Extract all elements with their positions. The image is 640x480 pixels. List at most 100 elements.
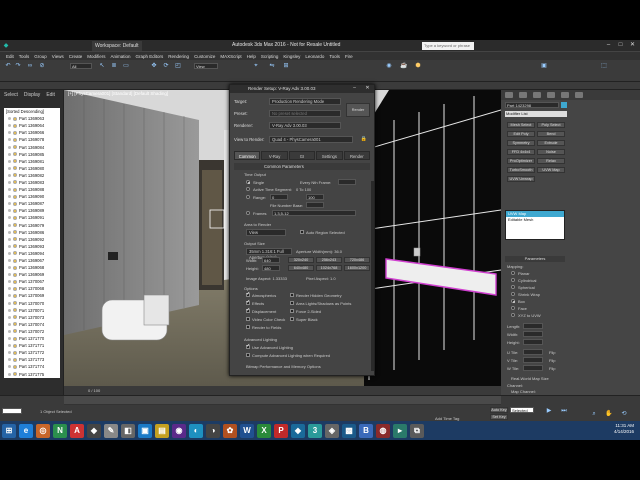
list-item[interactable]: Part 1369093 xyxy=(4,243,60,250)
visibility-icon[interactable] xyxy=(8,322,11,326)
menu-item[interactable]: Kingsley xyxy=(283,54,300,59)
v-tile-field[interactable] xyxy=(523,357,543,363)
size-preset-button[interactable]: 320x240 xyxy=(288,257,314,263)
list-root[interactable]: [Sorted Descending] xyxy=(4,108,60,115)
modifier-button[interactable]: ProOptimizer xyxy=(507,158,535,164)
select-object-icon[interactable]: ↖ xyxy=(98,62,106,70)
list-item[interactable]: Part 1370070 xyxy=(4,300,60,307)
effects-checkbox[interactable] xyxy=(246,299,250,305)
create-tab-icon[interactable] xyxy=(505,92,513,98)
file-number-field[interactable] xyxy=(306,202,324,208)
display-tab-icon[interactable] xyxy=(561,92,569,98)
modifier-button[interactable]: Mesh Select xyxy=(507,122,535,128)
size-preset-button[interactable]: 256x243 xyxy=(316,257,342,263)
menu-item[interactable]: Create xyxy=(69,54,83,59)
v-flip-label[interactable]: Flip xyxy=(549,358,555,363)
render-icon[interactable]: ⬢ xyxy=(414,62,422,70)
lock-icon[interactable]: 🔒 xyxy=(360,135,368,143)
video-color-checkbox[interactable] xyxy=(246,317,250,321)
range-from-field[interactable]: 0 xyxy=(270,194,288,200)
force-2sided-checkbox[interactable] xyxy=(290,309,294,313)
mirror-icon[interactable]: ⇋ xyxy=(268,62,276,70)
list-item[interactable]: Part 1369063 xyxy=(4,115,60,122)
list-item[interactable]: Part 1369088 xyxy=(4,186,60,193)
visibility-icon[interactable] xyxy=(8,138,11,142)
height-field[interactable] xyxy=(523,339,543,345)
u-flip-label[interactable]: Flip xyxy=(549,350,555,355)
visibility-icon[interactable] xyxy=(8,223,11,227)
w-tile-field[interactable] xyxy=(523,365,543,371)
rotate-icon[interactable]: ⟳ xyxy=(162,62,170,70)
select-by-name-icon[interactable]: ≣ xyxy=(110,62,118,70)
workspace-dropdown[interactable]: Workspace: Default xyxy=(92,41,142,51)
tab-gi[interactable]: GI xyxy=(288,151,316,160)
modifier-button[interactable]: Symmetry xyxy=(507,140,535,146)
visibility-icon[interactable] xyxy=(8,280,11,284)
list-item[interactable]: Part 1369082 xyxy=(4,172,60,179)
common-params-rollout[interactable]: Common Parameters xyxy=(234,163,370,170)
scene-menu-edit[interactable]: Edit xyxy=(46,92,55,100)
list-item[interactable]: Part 1371771 xyxy=(4,342,60,349)
dialog-close-icon[interactable]: ✕ xyxy=(363,84,372,93)
visibility-icon[interactable] xyxy=(8,166,11,170)
scene-menu-select[interactable]: Select xyxy=(4,92,18,100)
tab-v-ray[interactable]: V-Ray xyxy=(261,151,288,160)
app-icon-22[interactable]: B xyxy=(359,423,373,438)
single-radio[interactable] xyxy=(246,180,250,184)
menu-item[interactable]: Rendering xyxy=(168,54,189,59)
list-item[interactable]: Part 1370074 xyxy=(4,321,60,328)
renderer-dropdown[interactable]: V-Ray Adv 3.00.03 xyxy=(269,122,341,129)
redo-icon[interactable]: ↷ xyxy=(14,62,22,70)
ie-icon[interactable]: e xyxy=(19,423,33,438)
visibility-icon[interactable] xyxy=(8,351,11,355)
minimize-icon[interactable]: – xyxy=(604,41,613,50)
list-item[interactable]: Part 1369084 xyxy=(4,143,60,150)
setkey-button[interactable]: Set Key xyxy=(490,414,508,420)
visibility-icon[interactable] xyxy=(8,244,11,248)
visibility-icon[interactable] xyxy=(8,315,11,319)
app-icon-12[interactable]: ◐ xyxy=(189,423,203,438)
app-icon-16[interactable]: X xyxy=(257,423,271,438)
utilities-tab-icon[interactable] xyxy=(575,92,583,98)
app-icon-20[interactable]: ◈ xyxy=(325,423,339,438)
pdf-icon[interactable]: A xyxy=(70,423,84,438)
list-item[interactable]: Part 1371775 xyxy=(4,370,60,377)
next-frame-icon[interactable]: ⏭ xyxy=(560,407,568,415)
list-item[interactable]: Part 1371770 xyxy=(4,335,60,342)
onenote-icon[interactable]: N xyxy=(53,423,67,438)
chrome-icon[interactable]: ◎ xyxy=(36,423,50,438)
visibility-icon[interactable] xyxy=(8,216,11,220)
use-adv-checkbox[interactable] xyxy=(246,343,250,349)
list-item[interactable]: Part 1369078 xyxy=(4,136,60,143)
stack-item-mesh[interactable]: Editable Mesh xyxy=(506,217,564,223)
modifier-stack[interactable]: UVW Map Editable Mesh xyxy=(505,210,565,240)
motion-tab-icon[interactable] xyxy=(547,92,555,98)
visibility-icon[interactable] xyxy=(8,124,11,128)
app-icon-9[interactable]: ▣ xyxy=(138,423,152,438)
dialog-scrollbar[interactable] xyxy=(371,181,374,371)
real-world-checkbox[interactable]: Real-World Map Size xyxy=(511,376,549,381)
render-fields-checkbox[interactable] xyxy=(246,325,250,329)
visibility-icon[interactable] xyxy=(8,188,11,192)
visibility-icon[interactable] xyxy=(8,358,11,362)
frames-radio[interactable] xyxy=(246,211,250,215)
rect-selection-icon[interactable]: ▭ xyxy=(122,62,130,70)
app-icon-25[interactable]: ⧉ xyxy=(410,423,424,438)
list-item[interactable]: Part 1369069 xyxy=(4,271,60,278)
key-filter-dropdown[interactable]: Selected xyxy=(510,407,534,413)
modifier-button[interactable]: Poly Select xyxy=(537,122,565,128)
play-icon[interactable]: ▶ xyxy=(545,407,553,415)
visibility-icon[interactable] xyxy=(8,365,11,369)
scene-menu-display[interactable]: Display xyxy=(24,92,40,100)
size-preset-button[interactable]: 1600x1200 xyxy=(344,265,370,271)
modifier-button[interactable]: FFD 4x4x4 xyxy=(507,149,535,155)
mapping-radio[interactable] xyxy=(511,285,515,289)
unlink-icon[interactable]: ⊘ xyxy=(38,62,46,70)
modifier-button[interactable]: Relax xyxy=(537,158,565,164)
size-preset-button[interactable]: 640x480 xyxy=(288,265,314,271)
width-field[interactable]: 640 xyxy=(262,257,280,263)
width-field[interactable] xyxy=(523,331,543,337)
range-to-field[interactable]: 100 xyxy=(306,194,324,200)
menu-item[interactable]: Scripting xyxy=(261,54,279,59)
compute-adv-checkbox[interactable] xyxy=(246,353,250,357)
